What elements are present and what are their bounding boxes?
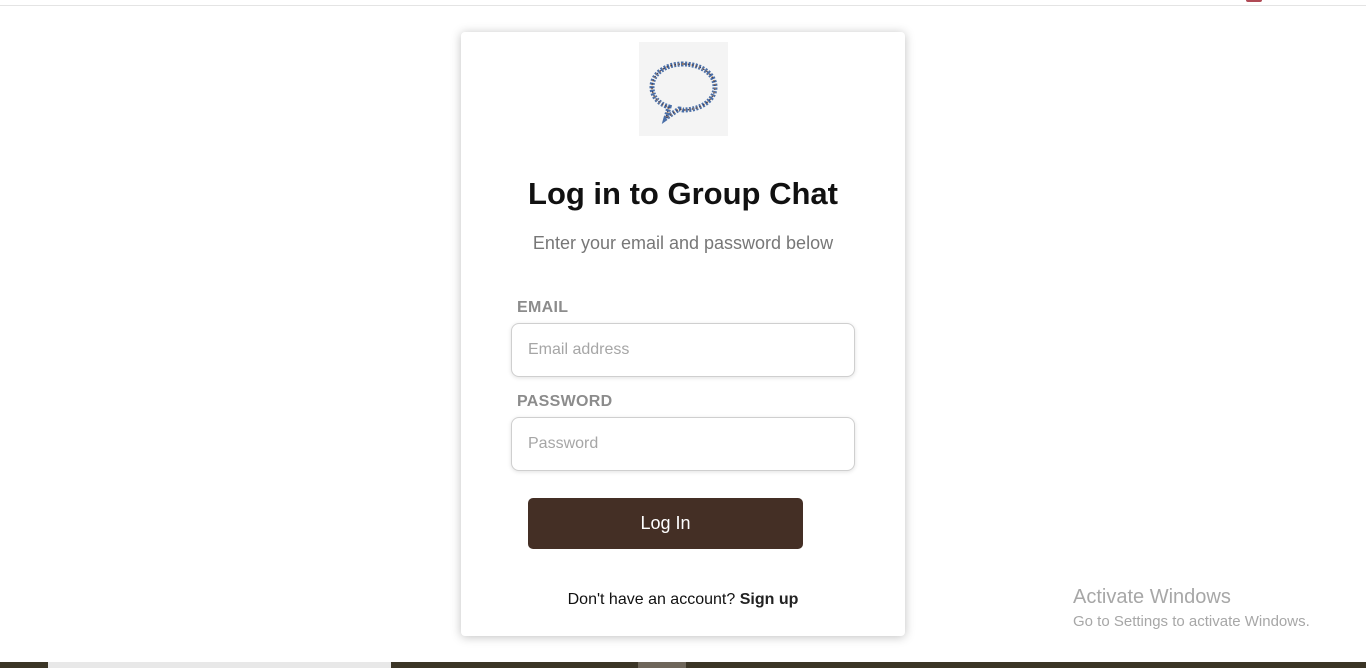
page-subtitle: Enter your email and password below <box>532 233 834 253</box>
password-field[interactable] <box>511 417 855 471</box>
taskbar-segment <box>48 662 391 668</box>
app-logo <box>639 42 728 136</box>
signup-link[interactable]: Sign up <box>740 591 799 608</box>
signup-prompt-row: Don't have an account? Sign up <box>461 591 905 609</box>
password-label: PASSWORD <box>517 393 613 410</box>
taskbar-strip <box>0 662 1366 668</box>
browser-top-indicator <box>1246 0 1262 2</box>
windows-activation-watermark: Activate Windows Go to Settings to activ… <box>1073 586 1310 630</box>
login-card: Log in to Group Chat Enter your email an… <box>461 32 905 636</box>
page-title: Log in to Group Chat <box>528 176 838 211</box>
speech-bubble-icon <box>649 61 718 124</box>
login-button[interactable]: Log In <box>528 498 803 549</box>
email-label: EMAIL <box>517 299 569 316</box>
watermark-title: Activate Windows <box>1073 586 1231 608</box>
taskbar-segment <box>638 662 686 668</box>
signup-prompt-text: Don't have an account? <box>567 591 736 608</box>
browser-top-border <box>0 5 1366 6</box>
email-field[interactable] <box>511 323 855 377</box>
watermark-subtitle: Go to Settings to activate Windows. <box>1073 613 1310 630</box>
